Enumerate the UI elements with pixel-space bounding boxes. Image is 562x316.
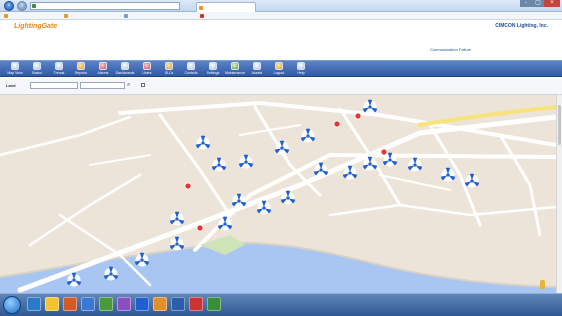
toolbar-help[interactable]: Help <box>290 62 312 77</box>
streetlight-marker[interactable] <box>362 99 378 114</box>
streetlight-marker[interactable] <box>217 216 233 231</box>
streetlight-marker[interactable] <box>300 128 316 143</box>
toolbar-maintenance[interactable]: Maintenance <box>224 62 246 77</box>
close-icon[interactable]: × <box>544 0 560 7</box>
toolbar-reports[interactable]: Reports <box>70 62 92 77</box>
taskbar-app-icon[interactable] <box>81 297 95 311</box>
favorite-item[interactable] <box>4 12 9 20</box>
search-icon[interactable]: ⌕ <box>127 82 134 89</box>
users-icon <box>143 62 151 70</box>
map-view[interactable] <box>0 95 556 293</box>
start-button[interactable] <box>3 296 21 314</box>
scrollbar-thumb[interactable] <box>558 105 561 145</box>
taskbar-app-icon[interactable] <box>45 297 59 311</box>
forward-icon[interactable]: › <box>17 1 27 11</box>
app-header: LightingGate CIMCON Lighting, Inc. Commu… <box>0 20 562 56</box>
toolbar-settings[interactable]: Settings <box>202 62 224 77</box>
maximize-icon[interactable]: ▢ <box>532 0 544 7</box>
streetlight-marker[interactable] <box>169 211 185 226</box>
favorites-bar <box>0 12 562 20</box>
logout-icon <box>275 62 283 70</box>
tab-lightinggate[interactable] <box>196 2 256 12</box>
site-favicon-icon <box>32 4 36 8</box>
checkbox-box[interactable] <box>141 83 145 87</box>
os-taskbar <box>0 293 562 316</box>
taskbar-app-icon[interactable] <box>207 297 221 311</box>
favorite-icon <box>4 14 8 18</box>
tab-favicon-icon <box>199 6 203 10</box>
pegman-icon[interactable] <box>540 280 545 289</box>
streetlight-marker[interactable] <box>238 154 254 169</box>
filter-bar: Land ⌕ <box>0 78 562 95</box>
taskbar-app-icon[interactable] <box>117 297 131 311</box>
toolbar-alarms[interactable]: Alarms <box>92 62 114 77</box>
dashboards-icon <box>121 62 129 70</box>
filter-input[interactable] <box>80 82 125 89</box>
taskbar-app-icon[interactable] <box>27 297 41 311</box>
taskbar-app-icon[interactable] <box>153 297 167 311</box>
favorite-icon <box>200 14 204 18</box>
taskbar-app-icon[interactable] <box>135 297 149 311</box>
favorite-item[interactable] <box>200 12 205 20</box>
main-toolbar: Map View Status Trends Reports Alarms Da… <box>0 60 562 77</box>
window-controls: - ▢ × <box>520 0 560 7</box>
streetlight-marker[interactable] <box>211 157 227 172</box>
alarm-markers <box>184 112 388 232</box>
maintenance-icon <box>231 62 239 70</box>
back-icon[interactable]: ‹ <box>4 1 14 11</box>
trends-icon <box>55 62 63 70</box>
toolbar-map-view[interactable]: Map View <box>4 62 26 77</box>
map-scrollbar[interactable] <box>556 95 562 293</box>
alarm-marker[interactable] <box>333 120 341 128</box>
alarms-icon <box>99 62 107 70</box>
help-icon <box>297 62 305 70</box>
reports-icon <box>77 62 85 70</box>
alert-links: Communication Failure <box>430 47 471 52</box>
favorite-item[interactable] <box>64 12 69 20</box>
address-bar[interactable] <box>30 2 180 10</box>
alarm-marker[interactable] <box>380 148 388 156</box>
highway-road <box>417 105 556 127</box>
company-name: CIMCON Lighting, Inc. <box>495 23 548 29</box>
favorite-icon <box>124 14 128 18</box>
browser-chrome: ‹ › - ▢ × <box>0 0 562 12</box>
streetlight-marker[interactable] <box>231 193 247 208</box>
toolbar-dashboards[interactable]: Dashboards <box>114 62 136 77</box>
filter-select[interactable] <box>30 82 78 89</box>
controls-icon <box>187 62 195 70</box>
alarm-marker[interactable] <box>354 112 362 120</box>
filter-label: Land <box>6 83 16 88</box>
streetlight-marker[interactable] <box>464 173 480 188</box>
toolbar-logout[interactable]: Logout <box>268 62 290 77</box>
streetlight-marker[interactable] <box>407 157 423 172</box>
toolbar-assets[interactable]: Assets <box>246 62 268 77</box>
minimize-icon[interactable]: - <box>520 0 532 7</box>
alert-link-communication-failure[interactable]: Communication Failure <box>430 47 471 52</box>
slcs-icon <box>165 62 173 70</box>
map-canvas[interactable] <box>0 95 556 293</box>
favorite-item[interactable] <box>124 12 129 20</box>
settings-icon <box>209 62 217 70</box>
alarm-marker[interactable] <box>196 224 204 232</box>
streetlight-marker[interactable] <box>313 162 329 177</box>
toolbar-slcs[interactable]: SLCs <box>158 62 180 77</box>
toolbar-users[interactable]: Users <box>136 62 158 77</box>
streetlight-marker[interactable] <box>440 167 456 182</box>
assets-icon <box>253 62 261 70</box>
taskbar-app-icon[interactable] <box>63 297 77 311</box>
streetlight-marker[interactable] <box>195 135 211 150</box>
filter-checkbox[interactable] <box>141 82 146 87</box>
taskbar-app-icon[interactable] <box>171 297 185 311</box>
taskbar-app-icon[interactable] <box>189 297 203 311</box>
toolbar-status[interactable]: Status <box>26 62 48 77</box>
toolbar-controls[interactable]: Controls <box>180 62 202 77</box>
toolbar-trends[interactable]: Trends <box>48 62 70 77</box>
status-icon <box>33 62 41 70</box>
app-logo[interactable]: LightingGate <box>14 23 57 30</box>
alarm-marker[interactable] <box>184 182 192 190</box>
map-view-icon <box>11 62 19 70</box>
favorite-icon <box>64 14 68 18</box>
streetlight-marker[interactable] <box>169 236 185 251</box>
taskbar-app-icon[interactable] <box>99 297 113 311</box>
